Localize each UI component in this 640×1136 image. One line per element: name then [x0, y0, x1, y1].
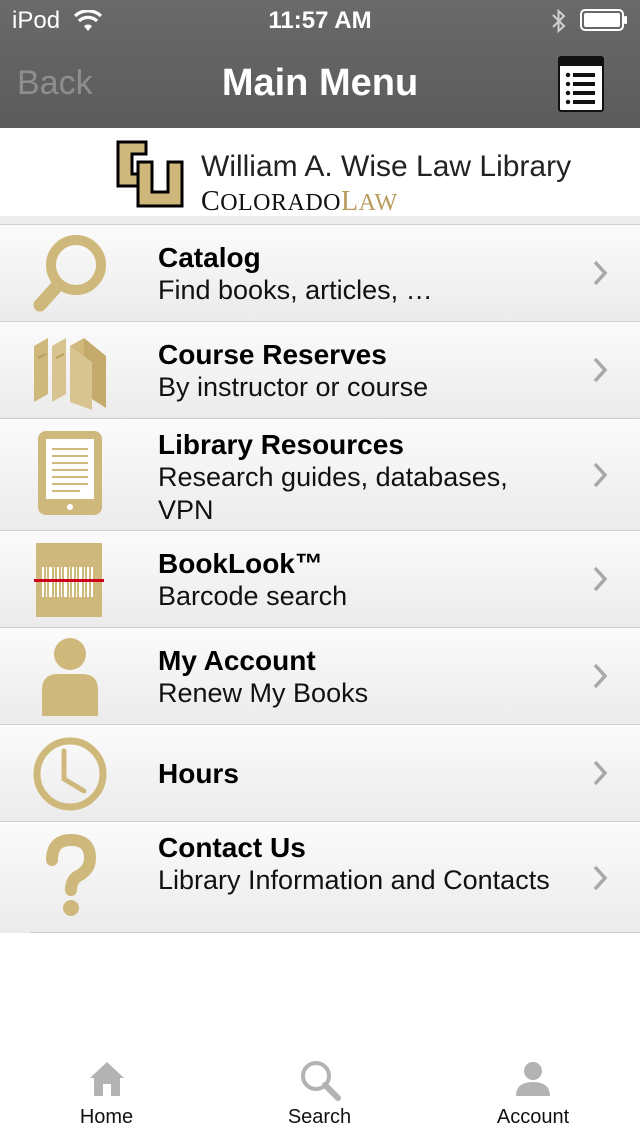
tab-label: Account: [496, 1106, 570, 1128]
chevron-right-icon: [593, 760, 608, 786]
banner-divider: [0, 216, 640, 224]
menu-item-subtitle: Find books, articles, …: [158, 275, 433, 305]
cu-logo-icon: [116, 140, 184, 208]
tab-account[interactable]: Account: [426, 1040, 640, 1136]
menu-item-title: BookLook™: [158, 548, 323, 579]
menu-item-title: My Account: [158, 645, 316, 676]
menu-item-title: Hours: [158, 758, 239, 789]
menu-item-subtitle: By instructor or course: [158, 372, 429, 402]
menu-item-catalog[interactable]: Catalog Find books, articles, …: [0, 224, 640, 321]
tablet-icon: [38, 431, 102, 515]
list-icon: [560, 58, 602, 105]
battery-icon: [580, 9, 627, 31]
navigation-bar: iPod 11:57 AM Back Main Menu: [0, 0, 640, 128]
list-bottom-divider: [30, 932, 640, 933]
page-title: Main Menu: [221, 62, 419, 104]
menu-item-title: Course Reserves: [158, 339, 387, 370]
colorado-law-wordmark: COLORADOLAW: [201, 186, 398, 217]
person-icon: [42, 638, 98, 716]
tab-bar: Home Search Account: [0, 1040, 640, 1136]
menu-item-course-reserves[interactable]: Course Reserves By instructor or course: [0, 321, 640, 418]
account-icon: [516, 1062, 550, 1096]
menu-item-subtitle: Barcode search: [158, 581, 348, 611]
chevron-right-icon: [593, 865, 608, 891]
magnifier-icon: [33, 235, 106, 312]
bluetooth-icon: [552, 8, 566, 34]
tab-home[interactable]: Home: [0, 1040, 213, 1136]
menu-item-contact-us[interactable]: Contact Us Library Information and Conta…: [0, 821, 640, 933]
menu-item-my-account[interactable]: My Account Renew My Books: [0, 627, 640, 724]
menu-item-subtitle: Research guides, databases, VPN: [158, 462, 508, 525]
tab-search[interactable]: Search: [213, 1040, 426, 1136]
search-icon: [300, 1061, 341, 1101]
menu-item-library-resources[interactable]: Library Resources Research guides, datab…: [0, 418, 640, 530]
menu-item-title: Catalog: [158, 242, 261, 273]
chevron-right-icon: [593, 566, 608, 592]
barcode-icon: [34, 543, 104, 617]
menu-item-title: Library Resources: [158, 429, 404, 460]
menu-item-title: Contact Us: [158, 832, 306, 863]
tab-label: Search: [287, 1106, 352, 1128]
chevron-right-icon: [593, 663, 608, 689]
menu-item-subtitle: Library Information and Contacts: [158, 865, 550, 895]
question-icon: [46, 834, 97, 916]
library-name: William A. Wise Law Library: [201, 150, 572, 183]
list-view-button[interactable]: [558, 56, 604, 112]
menu-item-hours[interactable]: Hours: [0, 724, 640, 821]
clock-time: 11:57 AM: [268, 7, 372, 34]
chevron-right-icon: [593, 260, 608, 286]
tab-label: Home: [79, 1106, 134, 1128]
clock-icon: [33, 737, 107, 811]
menu-item-booklook[interactable]: BookLook™ Barcode search: [0, 530, 640, 627]
chevron-right-icon: [593, 462, 608, 488]
menu-item-subtitle: Renew My Books: [158, 678, 369, 708]
chevron-right-icon: [593, 357, 608, 383]
home-icon: [89, 1062, 124, 1096]
status-bar: iPod 11:57 AM: [0, 0, 640, 40]
books-icon: [34, 338, 106, 410]
